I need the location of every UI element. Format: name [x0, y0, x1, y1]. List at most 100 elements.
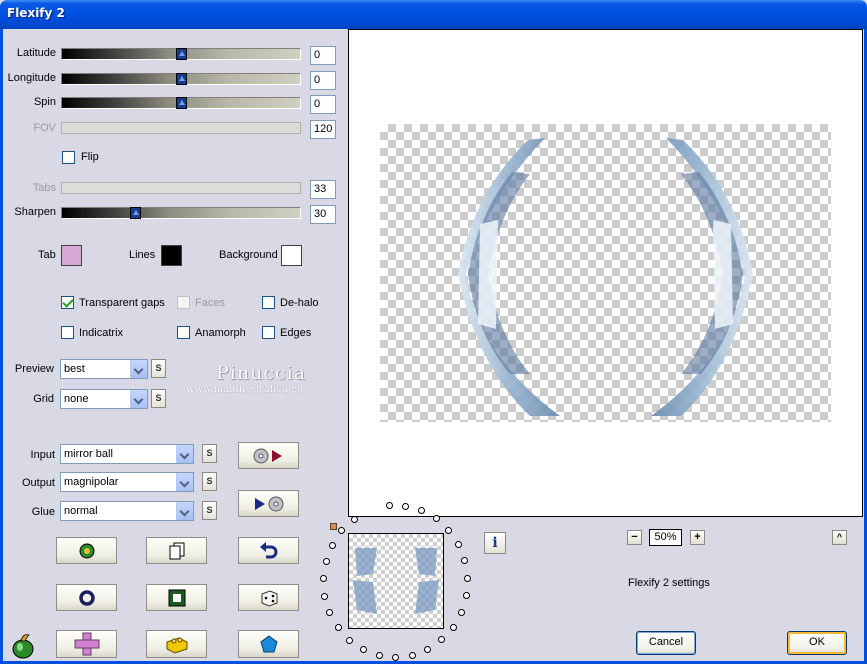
- info-button[interactable]: i: [484, 532, 506, 554]
- spin-slider-thumb[interactable]: [176, 97, 187, 109]
- pentagon-button[interactable]: [238, 630, 299, 658]
- save-output-button[interactable]: [238, 490, 299, 517]
- grid-select[interactable]: none: [60, 389, 148, 409]
- ring-button[interactable]: [56, 584, 117, 611]
- de-halo-checkbox[interactable]: [262, 296, 275, 309]
- frame-button[interactable]: [146, 584, 207, 611]
- chevron-down-icon[interactable]: [176, 502, 193, 520]
- input-select[interactable]: mirror ball: [60, 444, 194, 464]
- output-label: Output: [21, 477, 55, 489]
- navigator-dot: [463, 574, 471, 582]
- zoom-out-button[interactable]: −: [627, 530, 642, 545]
- latitude-slider[interactable]: [61, 48, 301, 60]
- tabs-label: Tabs: [32, 182, 56, 194]
- zoom-in-button[interactable]: +: [690, 530, 705, 545]
- anamorph-checkbox[interactable]: [177, 326, 190, 339]
- preview-s-button[interactable]: S: [151, 359, 166, 378]
- navigator-dot: [346, 636, 354, 644]
- brick-icon: [166, 637, 187, 654]
- dice-icon: [261, 589, 277, 607]
- glue-s-button[interactable]: S: [202, 501, 217, 520]
- longitude-slider-thumb[interactable]: [176, 73, 187, 85]
- watermark-site: www.maidiregrafica.eu: [186, 384, 304, 395]
- chevron-down-icon[interactable]: [176, 445, 193, 463]
- input-s-button[interactable]: S: [202, 444, 217, 463]
- lines-color-label: Lines: [129, 249, 156, 261]
- preview-image: [458, 138, 753, 416]
- disc-play-icon: [253, 448, 282, 463]
- navigator-dot: [334, 624, 342, 632]
- spin-value[interactable]: 0: [310, 95, 336, 114]
- ok-button[interactable]: OK: [787, 631, 847, 655]
- load-input-button[interactable]: [238, 442, 299, 469]
- longitude-label: Longitude: [7, 72, 56, 84]
- indicatrix-checkbox[interactable]: [61, 326, 74, 339]
- spin-label: Spin: [33, 96, 56, 108]
- edges-label: Edges: [280, 327, 312, 339]
- sharpen-value[interactable]: 30: [310, 205, 336, 224]
- undo-icon: [259, 541, 277, 558]
- flexify-dialog: Flexify 2 Latitude 0 Longitude 0 Spin 0 …: [0, 0, 867, 664]
- glue-select[interactable]: normal: [60, 501, 194, 521]
- brick-button[interactable]: [146, 630, 207, 658]
- spin-slider[interactable]: [61, 97, 301, 109]
- fov-value: 120: [310, 120, 336, 139]
- window-title: Flexify 2: [7, 6, 65, 20]
- ring-icon: [78, 589, 95, 606]
- purple-cross-icon: [74, 632, 99, 656]
- sharpen-slider-thumb[interactable]: [130, 207, 141, 219]
- output-select[interactable]: magnipolar: [60, 472, 194, 492]
- window-border-left: [0, 29, 3, 664]
- tab-color-swatch[interactable]: [61, 245, 82, 266]
- navigator-thumbnail[interactable]: [348, 533, 444, 629]
- navigator-dot: [408, 651, 416, 659]
- chevron-down-icon[interactable]: [130, 390, 147, 408]
- background-color-swatch[interactable]: [281, 245, 302, 266]
- grid-select-value: none: [64, 393, 89, 405]
- navigator-dot: [462, 591, 470, 599]
- de-halo-label: De-halo: [280, 297, 319, 309]
- grid-s-button[interactable]: S: [151, 389, 166, 408]
- copy-button[interactable]: [146, 537, 207, 564]
- indicatrix-label: Indicatrix: [79, 327, 124, 339]
- sharpen-label: Sharpen: [14, 206, 56, 218]
- copy-page-icon: [169, 542, 184, 559]
- navigator-dot: [402, 502, 410, 510]
- longitude-value[interactable]: 0: [310, 71, 336, 90]
- play-disc-icon: [254, 496, 283, 511]
- navigator-dot: [457, 608, 465, 616]
- preview-select-value: best: [64, 363, 85, 375]
- preview-canvas[interactable]: [348, 29, 863, 517]
- sharpen-slider[interactable]: [61, 207, 301, 219]
- preview-select[interactable]: best: [60, 359, 148, 379]
- flip-checkbox[interactable]: [62, 151, 75, 164]
- longitude-slider[interactable]: [61, 73, 301, 85]
- dice-button[interactable]: [238, 584, 299, 611]
- tabs-slider: [61, 182, 301, 194]
- navigator-dot: [385, 502, 393, 510]
- output-s-button[interactable]: S: [202, 472, 217, 491]
- navigator-dot: [322, 557, 330, 565]
- edges-checkbox[interactable]: [262, 326, 275, 339]
- latitude-value[interactable]: 0: [310, 46, 336, 65]
- randomize-button[interactable]: [56, 537, 117, 564]
- navigator-handle[interactable]: [330, 523, 337, 530]
- navigator-dot: [350, 515, 358, 523]
- lines-color-swatch[interactable]: [161, 245, 182, 266]
- square-frame-icon: [168, 589, 185, 606]
- chevron-down-icon[interactable]: [176, 473, 193, 491]
- tabs-value: 33: [310, 180, 336, 199]
- navigator-dot: [321, 592, 329, 600]
- cancel-button[interactable]: Cancel: [636, 631, 696, 655]
- output-select-value: magnipolar: [64, 476, 119, 488]
- latitude-slider-thumb[interactable]: [176, 48, 187, 60]
- watermark-name: Pinuccia: [216, 362, 307, 384]
- chevron-down-icon[interactable]: [130, 360, 147, 378]
- title-bar[interactable]: Flexify 2: [0, 0, 867, 29]
- grid-label: Grid: [33, 393, 54, 405]
- scroll-up-button[interactable]: ^: [832, 530, 847, 545]
- undo-button[interactable]: [238, 537, 299, 564]
- cross-button[interactable]: [56, 630, 117, 658]
- transparent-gaps-checkbox[interactable]: [61, 296, 74, 309]
- navigator-dot: [449, 623, 457, 631]
